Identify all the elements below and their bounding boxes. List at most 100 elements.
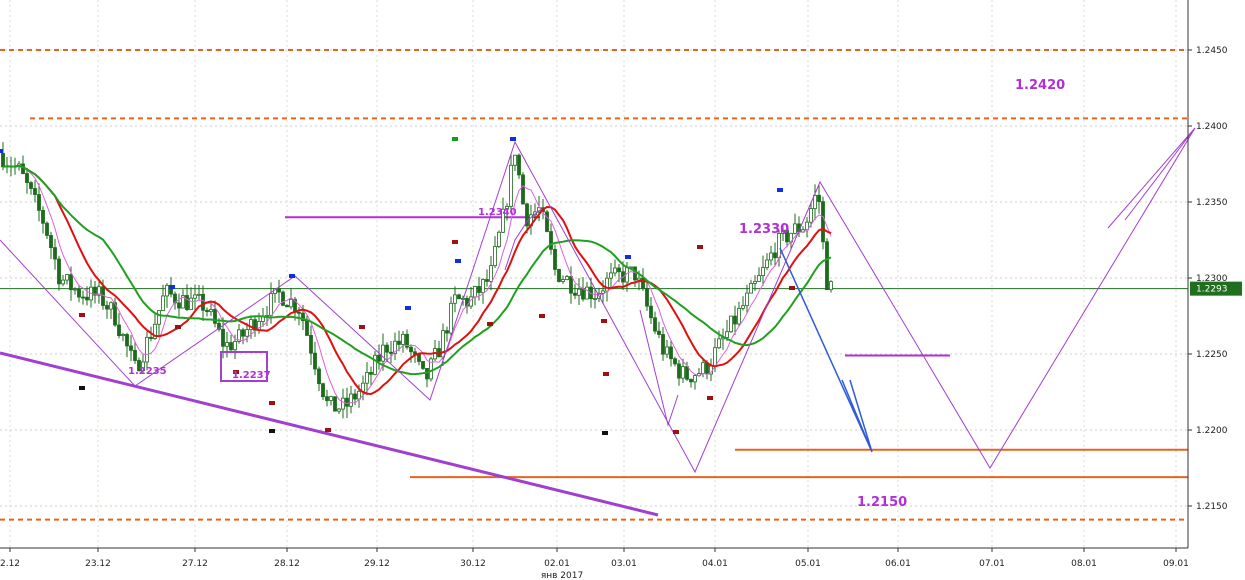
signal-marker <box>602 431 608 435</box>
candle-body <box>817 194 821 203</box>
signal-marker <box>697 245 703 249</box>
candle-body <box>565 276 569 280</box>
candle-body <box>281 291 285 306</box>
signal-marker <box>169 285 175 289</box>
candle-body <box>145 336 149 363</box>
candle-body <box>605 277 609 292</box>
signal-marker <box>455 259 461 263</box>
x-tick-label: 09.01 <box>1163 559 1189 569</box>
candle-body <box>581 288 585 300</box>
candle-body <box>313 352 317 370</box>
candle-body <box>545 211 549 232</box>
signal-marker <box>269 401 275 405</box>
annotation-label: 1.2330 <box>739 222 789 237</box>
candle-body <box>793 223 797 234</box>
candle-body <box>653 317 657 332</box>
signal-marker <box>452 240 458 244</box>
candle-body <box>229 342 233 351</box>
candle-body <box>177 302 181 309</box>
candle-body <box>193 294 197 299</box>
candle-body <box>593 298 597 300</box>
candle-body <box>613 267 617 274</box>
candle-body <box>385 344 389 353</box>
candle-body <box>377 354 381 362</box>
candle-body <box>673 358 677 365</box>
signal-marker <box>777 188 783 192</box>
candle-body <box>45 222 49 236</box>
annotation-label: 1.2235 <box>128 366 167 377</box>
x-tick-label: 29.12 <box>364 559 390 569</box>
candle-body <box>369 372 373 375</box>
candle-body <box>729 315 733 333</box>
signal-marker <box>79 313 85 317</box>
candle-body <box>109 302 113 310</box>
candle-body <box>165 285 169 297</box>
candle-body <box>321 383 325 398</box>
candle-body <box>717 338 721 349</box>
candle-body <box>129 345 133 351</box>
x-tick-label: 08.01 <box>1071 559 1097 569</box>
price-badge-label: 1.2293 <box>1196 285 1228 295</box>
candle-body <box>277 288 281 293</box>
signal-marker <box>539 314 545 318</box>
candle-body <box>417 354 421 362</box>
x-tick-label: 2.12 <box>0 559 20 569</box>
candle-body <box>829 281 833 291</box>
candle-body <box>25 173 29 183</box>
candle-body <box>761 267 765 276</box>
candle-body <box>557 269 561 282</box>
candle-body <box>309 335 313 354</box>
candle-body <box>509 164 513 207</box>
candle-body <box>33 188 37 195</box>
x-tick-label: 03.01 <box>611 559 637 569</box>
candle-body <box>489 265 493 282</box>
y-tick-label: 1.2400 <box>1196 122 1228 132</box>
candle-body <box>585 286 589 300</box>
candle-body <box>517 154 521 176</box>
candle-body <box>733 315 737 325</box>
projection-arrow <box>1107 127 1196 229</box>
candle-body <box>49 235 53 249</box>
candle-body <box>757 275 761 282</box>
signal-marker <box>289 274 295 278</box>
candle-body <box>449 302 453 334</box>
candle-body <box>61 279 65 285</box>
signal-marker <box>452 137 458 141</box>
candle-body <box>645 287 649 307</box>
candle-body <box>125 334 129 347</box>
candle-body <box>65 274 69 281</box>
x-tick-label: 05.01 <box>795 559 821 569</box>
candle-body <box>421 361 425 369</box>
candle-body <box>569 276 573 294</box>
candle-body <box>305 320 309 336</box>
candle-body <box>725 331 729 338</box>
candle-body <box>741 305 745 309</box>
candle-body <box>677 363 681 379</box>
candle-body <box>233 340 237 351</box>
candle-body <box>349 393 353 407</box>
candle-body <box>573 292 577 296</box>
candle-body <box>285 304 289 308</box>
zigzag-and-projections <box>0 127 1196 517</box>
candle-body <box>289 298 293 308</box>
candle-body <box>41 209 45 224</box>
candle-body <box>477 286 481 293</box>
candle-body <box>317 368 321 385</box>
x-axis: 2.12 23.12 27.12 28.12 29.12 30.12 02.01 03.01 0… <box>0 547 1189 580</box>
y-axis: 1.24501.24001.23501.23001.22501.22001.21… <box>1187 0 1242 548</box>
signal-marker <box>673 430 679 434</box>
signal-marker <box>510 137 516 141</box>
candle-body <box>601 290 605 294</box>
candle-body <box>641 277 645 289</box>
candle-body <box>561 279 565 282</box>
candle-body <box>737 307 741 325</box>
candle-body <box>189 297 193 310</box>
candle-body <box>497 231 501 247</box>
candle-body <box>577 288 581 296</box>
candle-body <box>161 295 165 311</box>
candle-body <box>701 362 705 374</box>
candle-body <box>549 231 553 250</box>
candle-body <box>657 330 661 335</box>
candle-body <box>57 258 61 285</box>
x-tick-label: 02.01 <box>544 559 570 569</box>
